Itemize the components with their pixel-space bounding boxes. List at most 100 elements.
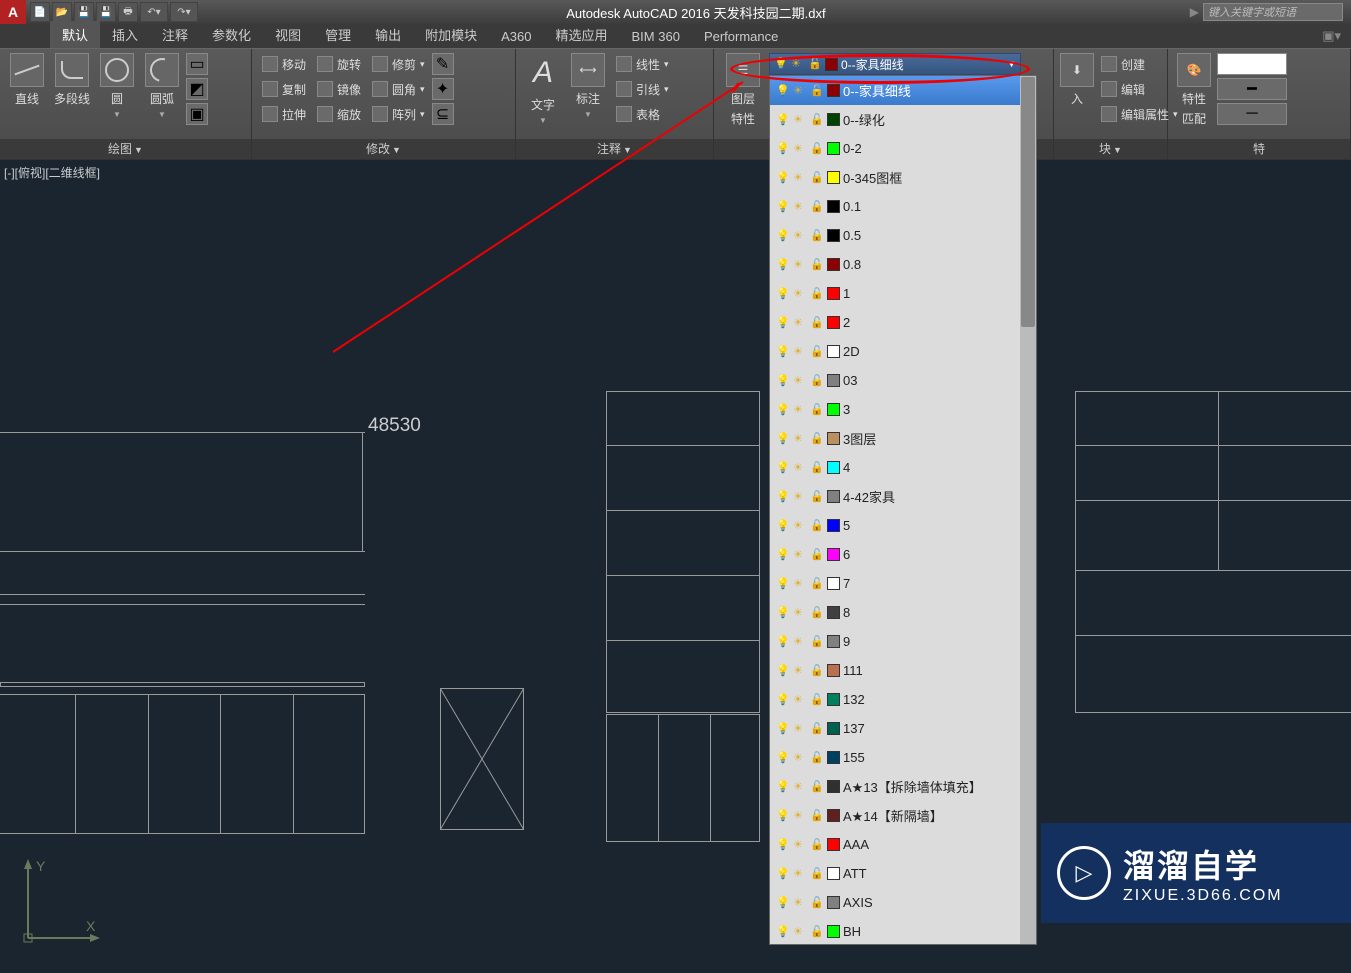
layer-item[interactable]: 💡☀🔓6 xyxy=(770,540,1036,569)
freeze-icon[interactable]: ☀ xyxy=(793,113,807,127)
arc-button[interactable]: 圆弧▼ xyxy=(141,53,183,135)
layer-item[interactable]: 💡☀🔓BH xyxy=(770,917,1036,945)
bulb-icon[interactable]: 💡 xyxy=(776,693,790,707)
panel-draw-title[interactable]: 绘图▼ xyxy=(0,139,251,159)
layer-item[interactable]: 💡☀🔓0--家具细线 xyxy=(770,76,1036,105)
layer-scrollbar[interactable] xyxy=(1020,76,1036,944)
freeze-icon[interactable]: ☀ xyxy=(793,374,807,388)
layer-item[interactable]: 💡☀🔓0.1 xyxy=(770,192,1036,221)
bulb-icon[interactable]: 💡 xyxy=(776,780,790,794)
bulb-icon[interactable]: 💡 xyxy=(776,345,790,359)
app-logo-icon[interactable]: A xyxy=(0,0,26,24)
panel-properties-title[interactable]: 特 xyxy=(1168,139,1350,159)
qat-new-icon[interactable]: 📄 xyxy=(30,2,50,22)
layer-item[interactable]: 💡☀🔓0.8 xyxy=(770,250,1036,279)
lock-icon[interactable]: 🔓 xyxy=(810,809,824,823)
bulb-icon[interactable]: 💡 xyxy=(776,432,790,446)
layer-item[interactable]: 💡☀🔓0-345图框 xyxy=(770,163,1036,192)
layer-item[interactable]: 💡☀🔓0-2 xyxy=(770,134,1036,163)
qat-saveas-icon[interactable]: 💾 xyxy=(96,2,116,22)
bulb-icon[interactable]: 💡 xyxy=(776,113,790,127)
tab-annotate[interactable]: 注释 xyxy=(150,21,200,48)
bulb-icon[interactable]: 💡 xyxy=(776,287,790,301)
lock-icon[interactable]: 🔓 xyxy=(810,664,824,678)
lock-icon[interactable]: 🔓 xyxy=(810,751,824,765)
layer-item[interactable]: 💡☀🔓0--绿化 xyxy=(770,105,1036,134)
layer-item[interactable]: 💡☀🔓1 xyxy=(770,279,1036,308)
panel-block-title[interactable]: 块▼ xyxy=(1054,139,1167,159)
lock-icon[interactable]: 🔓 xyxy=(810,171,824,185)
layer-item[interactable]: 💡☀🔓7 xyxy=(770,569,1036,598)
layer-item[interactable]: 💡☀🔓0.5 xyxy=(770,221,1036,250)
freeze-icon[interactable]: ☀ xyxy=(793,838,807,852)
lock-icon[interactable]: 🔓 xyxy=(810,461,824,475)
freeze-icon[interactable]: ☀ xyxy=(793,896,807,910)
bulb-icon[interactable]: 💡 xyxy=(776,606,790,620)
layer-item[interactable]: 💡☀🔓5 xyxy=(770,511,1036,540)
tab-default[interactable]: 默认 xyxy=(50,21,100,48)
lineweight-selector[interactable]: ━ xyxy=(1217,78,1287,100)
lock-icon[interactable]: 🔓 xyxy=(810,867,824,881)
freeze-icon[interactable]: ☀ xyxy=(793,403,807,417)
linetype-selector[interactable]: ─ xyxy=(1217,103,1287,125)
freeze-icon[interactable]: ☀ xyxy=(793,142,807,156)
layer-dropdown[interactable]: 💡 ☀ 🔓 0--家具细线 ▼ 💡☀🔓0--家具细线💡☀🔓0--绿化💡☀🔓0-2… xyxy=(769,53,1021,75)
freeze-icon[interactable]: ☀ xyxy=(793,432,807,446)
layer-item[interactable]: 💡☀🔓03 xyxy=(770,366,1036,395)
lock-icon[interactable]: 🔓 xyxy=(810,693,824,707)
tab-a360[interactable]: A360 xyxy=(489,25,543,48)
freeze-icon[interactable]: ☀ xyxy=(793,925,807,939)
rotate-button[interactable]: 旋转 xyxy=(313,53,365,75)
tab-insert[interactable]: 插入 xyxy=(100,21,150,48)
bulb-icon[interactable]: 💡 xyxy=(776,519,790,533)
bulb-icon[interactable]: 💡 xyxy=(776,171,790,185)
layer-item[interactable]: 💡☀🔓4 xyxy=(770,453,1036,482)
lock-icon[interactable]: 🔓 xyxy=(810,200,824,214)
tab-manage[interactable]: 管理 xyxy=(313,21,363,48)
lock-icon[interactable]: 🔓 xyxy=(810,490,824,504)
qat-redo-icon[interactable]: ↷▾ xyxy=(170,2,198,22)
lock-icon[interactable]: 🔓 xyxy=(810,780,824,794)
bulb-icon[interactable]: 💡 xyxy=(776,490,790,504)
lock-icon[interactable]: 🔓 xyxy=(810,432,824,446)
freeze-icon[interactable]: ☀ xyxy=(793,258,807,272)
layer-item[interactable]: 💡☀🔓2D xyxy=(770,337,1036,366)
lock-icon[interactable]: 🔓 xyxy=(810,548,824,562)
tab-output[interactable]: 输出 xyxy=(363,21,413,48)
freeze-icon[interactable]: ☀ xyxy=(793,84,807,98)
tab-overflow-icon[interactable]: ▣▾ xyxy=(1312,24,1351,48)
freeze-icon[interactable]: ☀ xyxy=(793,867,807,881)
viewport-label[interactable]: [-][俯视][二维线框] xyxy=(4,164,100,181)
lock-icon[interactable]: 🔓 xyxy=(810,84,824,98)
rectangle-button[interactable]: ▭ xyxy=(186,53,208,75)
trim-button[interactable]: 修剪 ▾ xyxy=(368,53,429,75)
freeze-icon[interactable]: ☀ xyxy=(793,577,807,591)
freeze-icon[interactable]: ☀ xyxy=(793,780,807,794)
freeze-icon[interactable]: ☀ xyxy=(793,345,807,359)
bulb-icon[interactable]: 💡 xyxy=(776,751,790,765)
bulb-icon[interactable]: 💡 xyxy=(776,374,790,388)
qat-plot-icon[interactable]: 🖶 xyxy=(118,2,138,22)
bulb-icon[interactable]: 💡 xyxy=(776,142,790,156)
line-button[interactable]: 直线 xyxy=(6,53,48,135)
lock-icon[interactable]: 🔓 xyxy=(810,258,824,272)
lock-icon[interactable]: 🔓 xyxy=(810,403,824,417)
layer-item[interactable]: 💡☀🔓4-42家具 xyxy=(770,482,1036,511)
hatch-button[interactable]: ◩ xyxy=(186,78,208,100)
layer-item[interactable]: 💡☀🔓9 xyxy=(770,627,1036,656)
bulb-icon[interactable]: 💡 xyxy=(776,925,790,939)
lock-icon[interactable]: 🔓 xyxy=(810,229,824,243)
freeze-icon[interactable]: ☀ xyxy=(793,287,807,301)
layer-dropdown-list[interactable]: 💡☀🔓0--家具细线💡☀🔓0--绿化💡☀🔓0-2💡☀🔓0-345图框💡☀🔓0.1… xyxy=(769,75,1037,945)
bulb-icon[interactable]: 💡 xyxy=(776,84,790,98)
bulb-icon[interactable]: 💡 xyxy=(776,664,790,678)
lock-icon[interactable]: 🔓 xyxy=(810,113,824,127)
freeze-icon[interactable]: ☀ xyxy=(793,519,807,533)
bulb-icon[interactable]: 💡 xyxy=(776,258,790,272)
freeze-icon[interactable]: ☀ xyxy=(793,461,807,475)
color-selector[interactable] xyxy=(1217,53,1287,75)
freeze-icon[interactable]: ☀ xyxy=(793,229,807,243)
qat-undo-icon[interactable]: ↶▾ xyxy=(140,2,168,22)
layer-item[interactable]: 💡☀🔓AAA xyxy=(770,830,1036,859)
bulb-icon[interactable]: 💡 xyxy=(776,867,790,881)
